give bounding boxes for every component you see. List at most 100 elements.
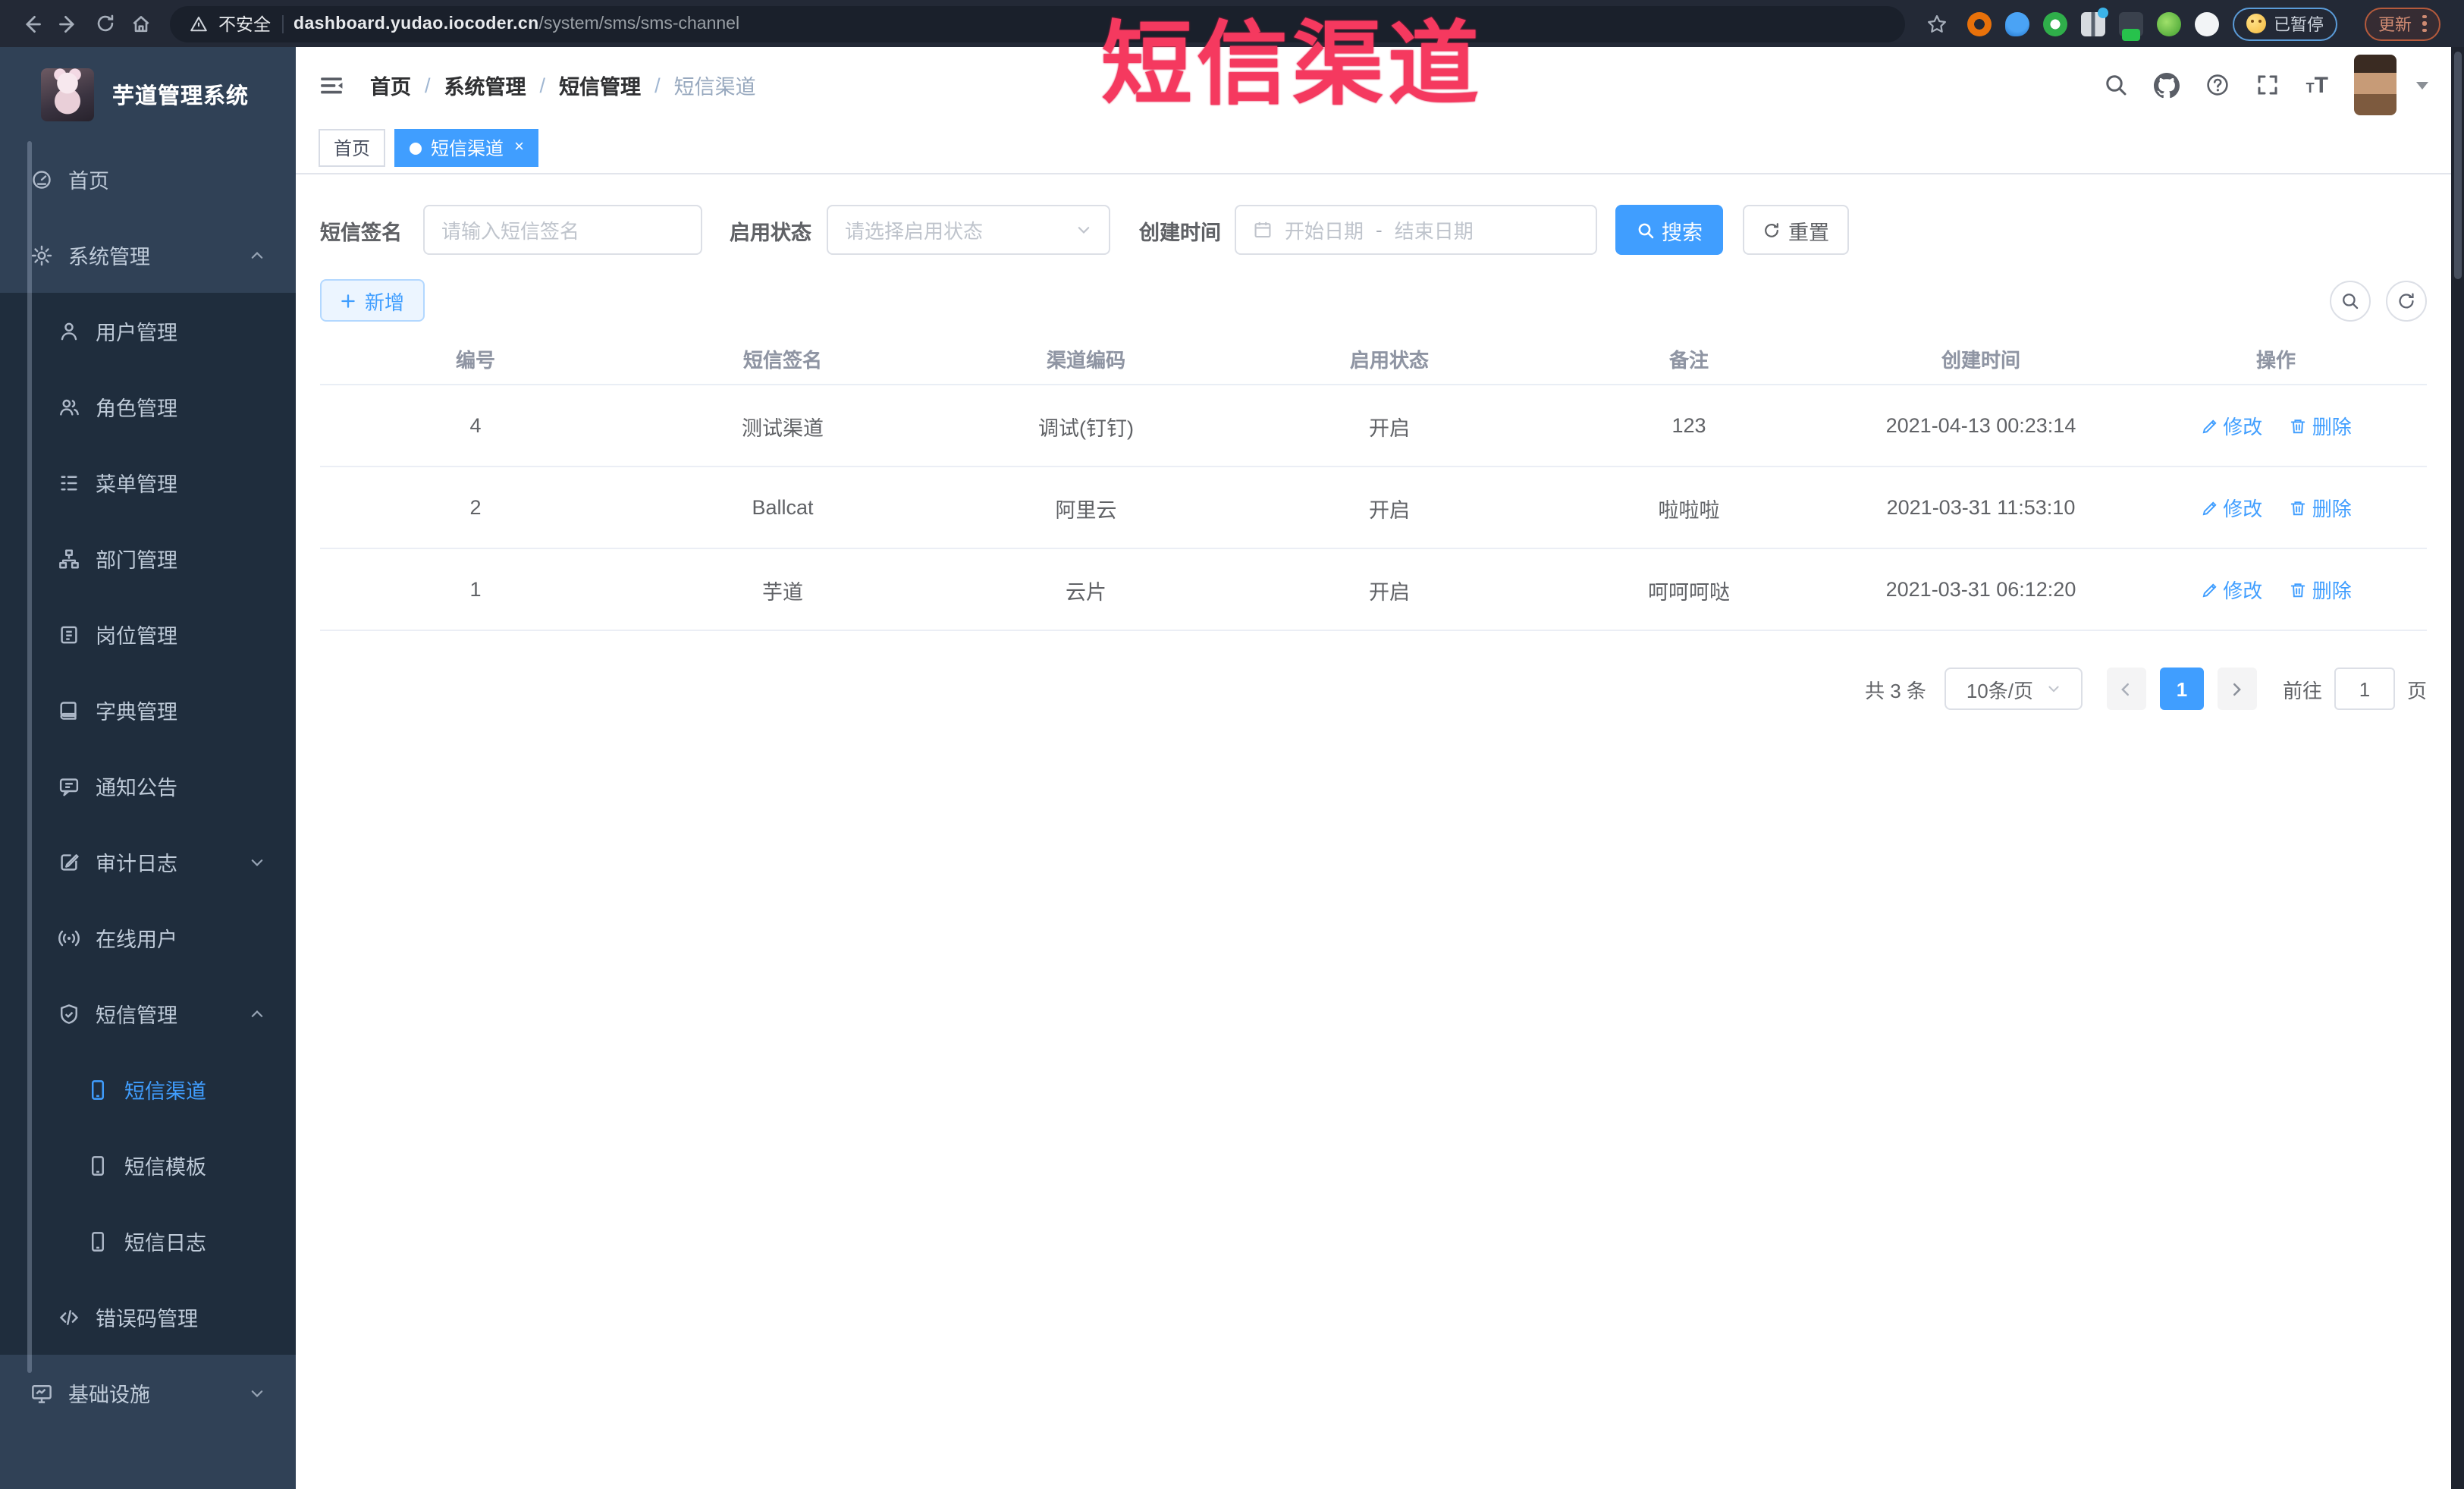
tab-home[interactable]: 首页 <box>319 129 386 167</box>
sidebar-scrollbar[interactable] <box>27 141 31 1373</box>
date-range-picker[interactable]: 开始日期 - 结束日期 <box>1235 205 1597 255</box>
close-icon[interactable]: × <box>514 139 524 156</box>
sidebar-item-menu-management[interactable]: 菜单管理 <box>0 445 296 520</box>
chevron-up-icon <box>249 247 265 263</box>
sidebar-item-dept-management[interactable]: 部门管理 <box>0 520 296 596</box>
delete-link[interactable]: 删除 <box>2290 493 2352 522</box>
sidebar-item-post-management[interactable]: 岗位管理 <box>0 596 296 672</box>
profile-paused-badge[interactable]: 已暂停 <box>2233 7 2337 40</box>
hamburger-icon[interactable] <box>319 72 344 98</box>
search-button[interactable]: 搜索 <box>1615 205 1723 255</box>
screen: 不安全 dashboard.yudao.iocoder.cn/system/sm… <box>0 0 2464 1489</box>
chevron-down-icon <box>249 853 265 870</box>
org-tree-icon <box>58 547 80 570</box>
warning-icon <box>190 15 207 31</box>
sidebar-item-sms-management[interactable]: 短信管理 <box>0 975 296 1051</box>
breadcrumb: 首页 / 系统管理 / 短信管理 / 短信渠道 <box>370 70 756 100</box>
breadcrumb-sms[interactable]: 短信管理 <box>559 70 641 100</box>
phone-icon <box>86 1078 109 1101</box>
sidebar-item-sms-channel[interactable]: 短信渠道 <box>0 1051 296 1127</box>
page-size-select[interactable]: 10条/页 <box>1944 668 2083 710</box>
prev-page-button[interactable] <box>2106 668 2146 710</box>
fullscreen-icon[interactable] <box>2256 73 2280 97</box>
status-select[interactable]: 请选择启用状态 <box>827 205 1110 255</box>
navbar-actions: TT <box>2105 55 2428 115</box>
emoji-avatar <box>2246 14 2266 33</box>
show-search-icon[interactable] <box>2330 280 2371 321</box>
scrollbar-thumb[interactable] <box>2453 52 2462 279</box>
reset-button[interactable]: 重置 <box>1743 205 1849 255</box>
extension-icon-pin[interactable] <box>2005 11 2029 36</box>
col-code: 渠道编码 <box>934 334 1238 385</box>
extensions-area: 已暂停 更新 <box>1920 7 2440 40</box>
puzzle-icon[interactable] <box>2195 11 2219 36</box>
sidebar-item-system-management[interactable]: 系统管理 <box>0 217 296 293</box>
font-size-icon[interactable]: TT <box>2306 72 2328 98</box>
address-bar[interactable]: 不安全 dashboard.yudao.iocoder.cn/system/sm… <box>170 5 1905 42</box>
help-icon[interactable] <box>2206 73 2230 97</box>
pagination: 共 3 条 10条/页 1 前往 1 页 <box>320 668 2427 710</box>
sign-input[interactable]: 请输入短信签名 <box>423 205 702 255</box>
edit-link[interactable]: 修改 <box>2200 575 2262 604</box>
page-content: 短信签名 请输入短信签名 启用状态 请选择启用状态 创建时间 开始日期 - 结束… <box>296 174 2451 1489</box>
goto-page-input[interactable]: 1 <box>2334 668 2395 710</box>
active-dot <box>410 142 422 154</box>
users-icon <box>58 395 80 418</box>
user-icon <box>58 319 80 342</box>
search-icon <box>1636 221 1654 239</box>
col-id: 编号 <box>320 334 631 385</box>
refresh-table-icon[interactable] <box>2386 280 2427 321</box>
breadcrumb-home[interactable]: 首页 <box>370 70 411 100</box>
sidebar-item-sms-log[interactable]: 短信日志 <box>0 1203 296 1279</box>
edit-link[interactable]: 修改 <box>2200 493 2262 522</box>
end-date-input[interactable]: 结束日期 <box>1395 215 1474 244</box>
window-scrollbar[interactable] <box>2451 47 2464 1489</box>
home-icon[interactable] <box>124 7 158 40</box>
current-page[interactable]: 1 <box>2159 668 2204 710</box>
delete-link[interactable]: 删除 <box>2290 575 2352 604</box>
trash-icon <box>2291 501 2305 515</box>
caret-down-icon[interactable] <box>2416 81 2428 89</box>
extension-icon-green[interactable] <box>2157 11 2181 36</box>
sidebar-item-home[interactable]: 首页 <box>0 141 296 217</box>
add-button[interactable]: 新增 <box>320 279 425 322</box>
extension-icon-on-badge[interactable] <box>2119 11 2143 40</box>
sidebar-item-user-management[interactable]: 用户管理 <box>0 293 296 369</box>
user-avatar[interactable] <box>2354 55 2397 115</box>
system-submenu: 用户管理 角色管理 菜单管理 部门管理 岗位管理 字典管理 通知公告 审计日志 … <box>0 293 296 1355</box>
edit-link[interactable]: 修改 <box>2200 411 2262 440</box>
tab-sms-channel[interactable]: 短信渠道 × <box>394 129 539 167</box>
sidebar-item-notice[interactable]: 通知公告 <box>0 748 296 824</box>
breadcrumb-system[interactable]: 系统管理 <box>444 70 526 100</box>
kebab-menu-icon[interactable] <box>2422 14 2426 33</box>
forward-icon[interactable] <box>52 7 85 40</box>
next-page-button[interactable] <box>2217 668 2257 710</box>
annotation-title: 短信渠道 <box>1101 14 1483 115</box>
col-sign: 短信签名 <box>631 334 934 385</box>
reload-icon[interactable] <box>88 7 121 40</box>
sidebar-item-online-users[interactable]: 在线用户 <box>0 900 296 975</box>
extension-icon-orange[interactable] <box>1967 11 1992 36</box>
time-label: 创建时间 <box>1139 221 1221 243</box>
bookmark-star-icon[interactable] <box>1920 7 1954 40</box>
back-icon[interactable] <box>15 7 49 40</box>
start-date-input[interactable]: 开始日期 <box>1285 215 1364 244</box>
sidebar-item-dict-management[interactable]: 字典管理 <box>0 672 296 748</box>
extension-icon-check[interactable] <box>2043 11 2067 36</box>
github-icon[interactable] <box>2154 72 2180 98</box>
extension-icon-tabs[interactable] <box>2081 7 2108 36</box>
sidebar-item-sms-template[interactable]: 短信模板 <box>0 1127 296 1203</box>
search-icon[interactable] <box>2105 73 2129 97</box>
sidebar-item-audit-log[interactable]: 审计日志 <box>0 824 296 900</box>
app-logo[interactable]: 芋道管理系统 <box>0 47 296 141</box>
sidebar-item-infrastructure[interactable]: 基础设施 <box>0 1355 296 1431</box>
logo-image <box>41 68 94 121</box>
table-row: 1 芋道 云片 开启 呵呵呵哒 2021-03-31 06:12:20 修改 删… <box>320 548 2427 631</box>
message-icon <box>58 774 80 797</box>
delete-link[interactable]: 删除 <box>2290 411 2352 440</box>
sidebar-item-error-code[interactable]: 错误码管理 <box>0 1279 296 1355</box>
goto-label: 前往 <box>2282 679 2322 702</box>
table-row: 2 Ballcat 阿里云 开启 啦啦啦 2021-03-31 11:53:10… <box>320 466 2427 549</box>
sidebar-item-role-management[interactable]: 角色管理 <box>0 369 296 445</box>
update-button[interactable]: 更新 <box>2365 7 2440 40</box>
